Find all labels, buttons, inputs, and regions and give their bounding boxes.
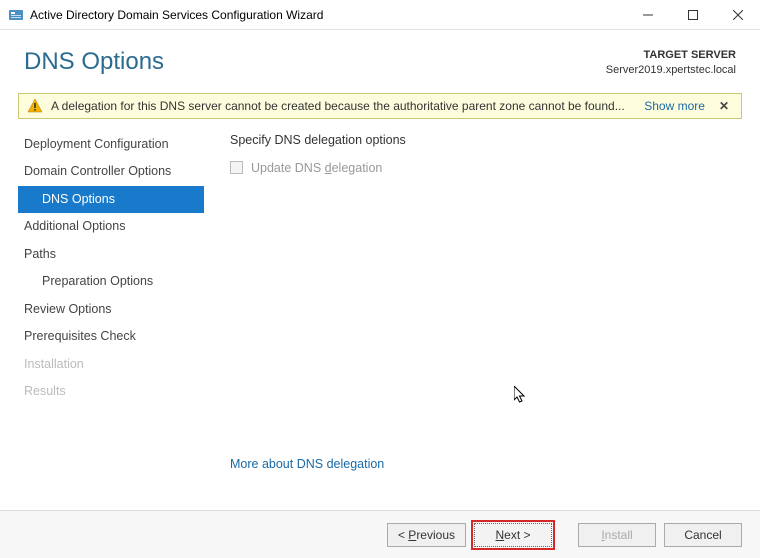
checkbox-icon — [230, 161, 243, 174]
sidebar-item-6[interactable]: Review Options — [18, 296, 204, 324]
minimize-button[interactable] — [625, 0, 670, 30]
body: Deployment ConfigurationDomain Controlle… — [0, 119, 760, 481]
warning-bar: A delegation for this DNS server cannot … — [18, 93, 742, 119]
update-dns-delegation-checkbox[interactable]: Update DNS delegation — [230, 161, 742, 175]
window-title: Active Directory Domain Services Configu… — [30, 8, 625, 22]
install-button[interactable]: Install — [578, 523, 656, 547]
warning-message: A delegation for this DNS server cannot … — [51, 99, 634, 113]
target-value: Server2019.xpertstec.local — [606, 63, 736, 78]
more-about-link[interactable]: More about DNS delegation — [230, 457, 384, 471]
cancel-button[interactable]: Cancel — [664, 523, 742, 547]
window-controls — [625, 0, 760, 30]
target-label: TARGET SERVER — [606, 48, 736, 63]
sidebar-item-5[interactable]: Preparation Options — [18, 268, 204, 296]
sidebar-item-9: Results — [18, 378, 204, 406]
warning-close-button[interactable]: ✕ — [715, 99, 733, 113]
maximize-button[interactable] — [670, 0, 715, 30]
sidebar-item-8: Installation — [18, 351, 204, 379]
previous-button[interactable]: < Previous — [387, 523, 466, 547]
next-button[interactable]: Next > — [474, 523, 552, 547]
sidebar-item-2[interactable]: DNS Options — [18, 186, 204, 214]
target-server: TARGET SERVER Server2019.xpertstec.local — [606, 48, 736, 79]
sidebar: Deployment ConfigurationDomain Controlle… — [18, 127, 204, 481]
content: Specify DNS delegation options Update DN… — [204, 127, 742, 481]
checkbox-label: Update DNS delegation — [251, 161, 382, 175]
titlebar: Active Directory Domain Services Configu… — [0, 0, 760, 30]
sidebar-item-4[interactable]: Paths — [18, 241, 204, 269]
sidebar-item-7[interactable]: Prerequisites Check — [18, 323, 204, 351]
sidebar-item-0[interactable]: Deployment Configuration — [18, 131, 204, 159]
show-more-link[interactable]: Show more — [644, 99, 705, 113]
app-icon — [8, 7, 24, 23]
page-title: DNS Options — [24, 48, 164, 76]
sidebar-item-1[interactable]: Domain Controller Options — [18, 158, 204, 186]
footer: < Previous Next > Install Cancel — [0, 510, 760, 558]
close-button[interactable] — [715, 0, 760, 30]
content-heading: Specify DNS delegation options — [230, 133, 742, 147]
header: DNS Options TARGET SERVER Server2019.xpe… — [0, 30, 760, 93]
sidebar-item-3[interactable]: Additional Options — [18, 213, 204, 241]
warning-icon — [27, 98, 43, 114]
